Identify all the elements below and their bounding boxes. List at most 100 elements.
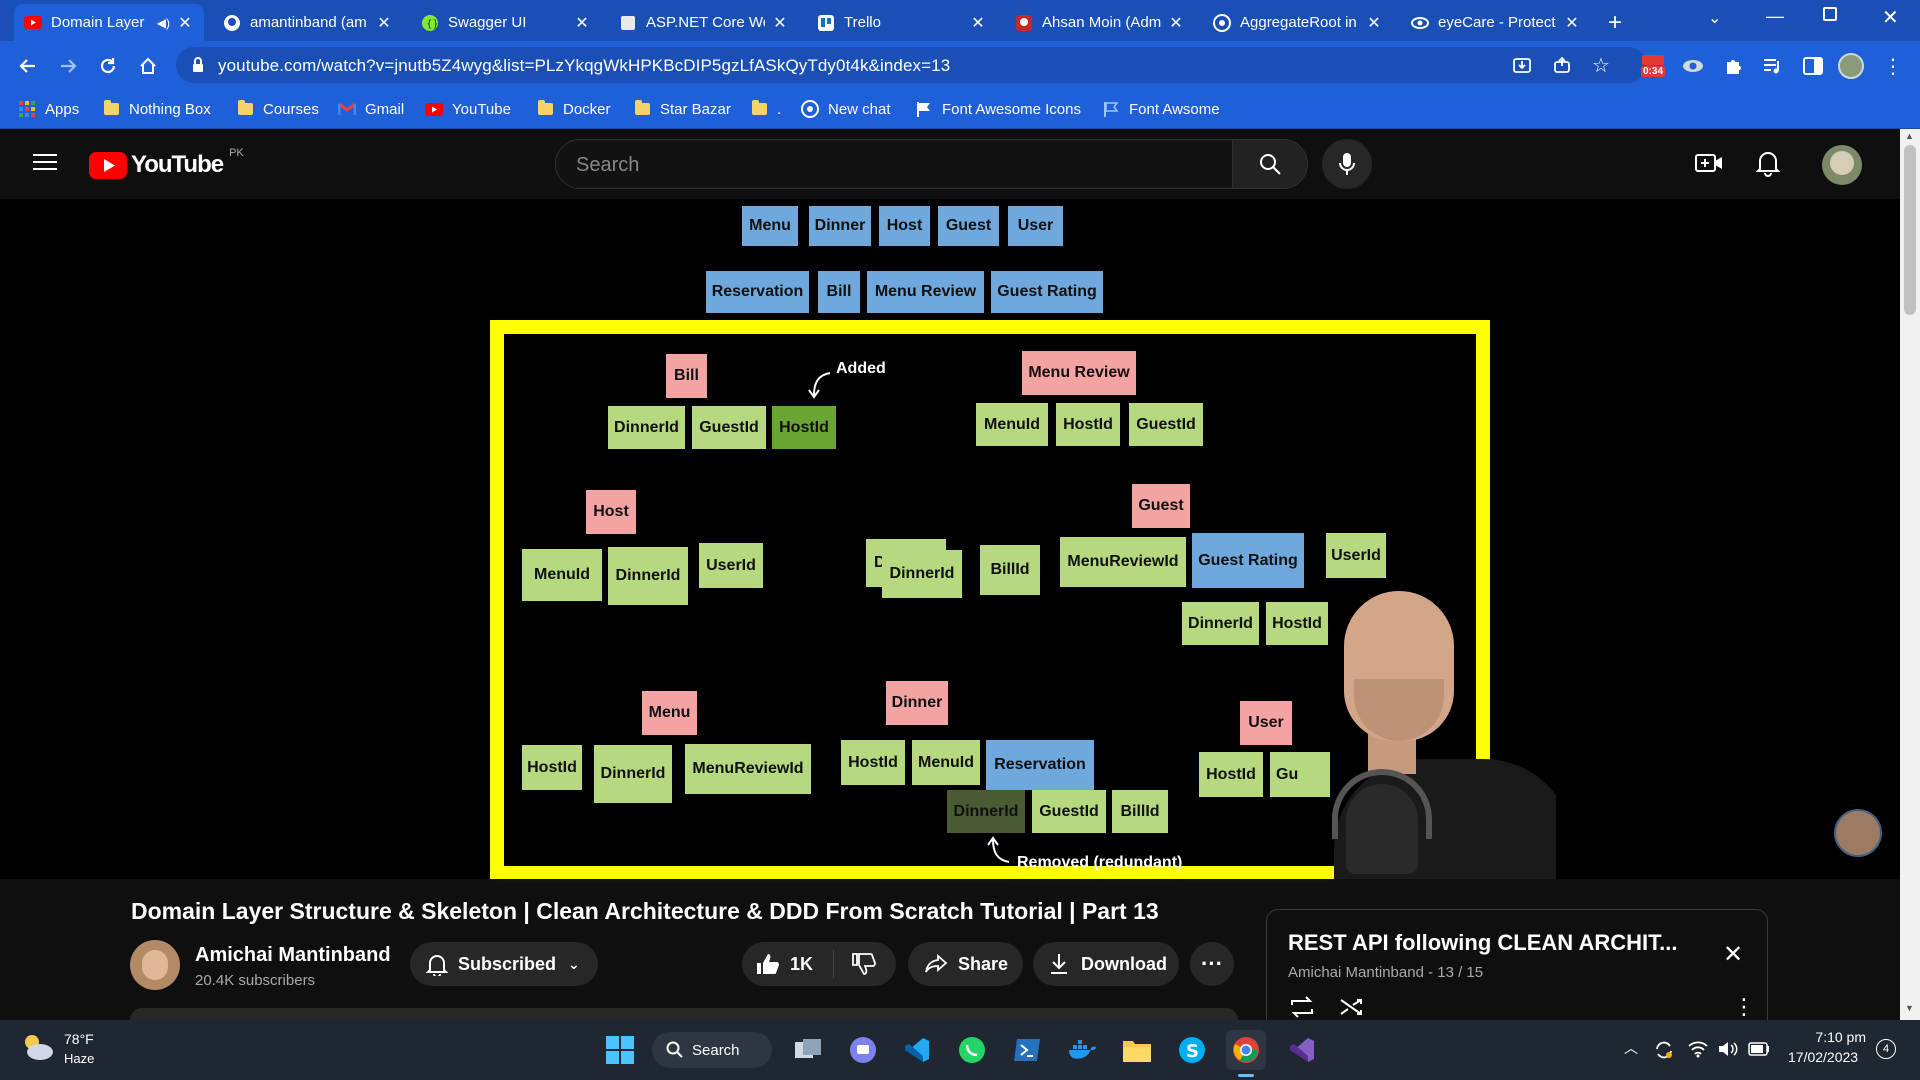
task-view-icon[interactable] (788, 1030, 828, 1070)
taskbar-search[interactable]: Search (652, 1032, 772, 1068)
back-button[interactable] (13, 51, 43, 81)
bookmark-font-awsome[interactable]: Font Awsome (1102, 97, 1220, 121)
tab-trello[interactable]: Trello ✕ (807, 4, 997, 41)
notification-badge[interactable]: 4 (1876, 1039, 1896, 1059)
restore-button[interactable] (1823, 7, 1837, 21)
install-icon[interactable] (1512, 55, 1532, 75)
address-bar[interactable]: youtube.com/watch?v=jnutb5Z4wyg&list=PLz… (176, 47, 1646, 83)
close-tab-icon[interactable]: ✕ (1167, 13, 1185, 33)
scroll-down-arrow-icon[interactable]: ▼ (1905, 1003, 1914, 1013)
playlist-title[interactable]: REST API following CLEAN ARCHIT... (1288, 930, 1677, 956)
bookmark-nothing-box[interactable]: Nothing Box (102, 97, 211, 121)
speaker-icon[interactable]: ◀) (157, 16, 170, 30)
battery-icon[interactable] (1748, 1042, 1770, 1056)
account-avatar[interactable] (1822, 145, 1862, 185)
channel-watermark-avatar[interactable] (1834, 809, 1882, 857)
tab-aspnet[interactable]: ASP.NET Core We ✕ (609, 4, 799, 41)
start-button[interactable] (600, 1030, 640, 1070)
close-tab-icon[interactable]: ✕ (1365, 13, 1383, 33)
close-tab-icon[interactable]: ✕ (969, 13, 987, 33)
clock-date[interactable]: 17/02/2023 (1788, 1049, 1858, 1065)
hamburger-menu-icon[interactable] (33, 153, 57, 171)
visual-studio-icon[interactable] (1282, 1030, 1322, 1070)
create-video-icon[interactable] (1695, 151, 1723, 175)
new-tab-button[interactable]: + (1597, 4, 1633, 41)
volume-icon[interactable] (1718, 1040, 1740, 1058)
close-window-button[interactable]: ✕ (1882, 5, 1899, 30)
url-text[interactable]: youtube.com/watch?v=jnutb5Z4wyg&list=PLz… (218, 56, 950, 76)
docker-icon[interactable] (1062, 1030, 1102, 1070)
bookmark-font-awesome-icons[interactable]: Font Awesome Icons (915, 97, 1081, 121)
close-tab-icon[interactable]: ✕ (1563, 13, 1581, 33)
tab-domain-layer[interactable]: Domain Layer ◀) ✕ (14, 4, 204, 41)
video-frame[interactable]: Menu Dinner Host Guest User Reservation … (344, 199, 1556, 879)
weather-icon[interactable] (20, 1032, 54, 1062)
browser-menu-icon[interactable]: ⋮ (1880, 53, 1906, 79)
more-actions-button[interactable]: ··· (1190, 942, 1234, 986)
side-panel-icon[interactable] (1800, 53, 1826, 79)
whatsapp-icon[interactable] (952, 1030, 992, 1070)
loop-icon[interactable] (1289, 996, 1315, 1018)
close-tab-icon[interactable]: ✕ (573, 13, 591, 33)
bookmark-docker[interactable]: Docker (536, 97, 611, 121)
shuffle-icon[interactable] (1339, 996, 1365, 1018)
tab-ahsan-moin[interactable]: Ahsan Moin (Adm ✕ (1005, 4, 1195, 41)
voice-search-button[interactable] (1322, 139, 1372, 189)
tab-swagger[interactable]: {} Swagger UI ✕ (411, 4, 601, 41)
tab-eyecare[interactable]: eyeCare - Protect ✕ (1401, 4, 1591, 41)
vscode-icon[interactable] (897, 1030, 937, 1070)
close-tab-icon[interactable]: ✕ (176, 13, 194, 33)
playlist-more-icon[interactable]: ⋮ (1733, 994, 1755, 1020)
bookmark-star-bazar[interactable]: Star Bazar (633, 97, 731, 121)
dislike-button[interactable] (834, 953, 894, 975)
bookmark-gmail[interactable]: Gmail (338, 97, 404, 121)
share-button[interactable]: Share (908, 942, 1023, 986)
profile-avatar[interactable] (1838, 53, 1864, 79)
scrollbar-thumb[interactable] (1904, 145, 1916, 315)
bookmark-apps[interactable]: Apps (18, 97, 79, 121)
teams-chat-icon[interactable] (843, 1030, 883, 1070)
youtube-logo[interactable]: YouTube PK (89, 147, 244, 179)
bookmark-new-chat[interactable]: New chat (801, 97, 891, 121)
sync-icon[interactable] (1654, 1040, 1674, 1060)
download-button[interactable]: Download (1033, 942, 1179, 986)
reload-button[interactable] (93, 51, 123, 81)
tab-aggregate-root[interactable]: AggregateRoot in ✕ (1203, 4, 1393, 41)
timer-extension-icon[interactable]: 0:34 (1638, 53, 1668, 79)
like-button[interactable]: 1K (742, 950, 834, 978)
wifi-icon[interactable] (1688, 1040, 1708, 1058)
clock-time[interactable]: 7:10 pm (1812, 1029, 1866, 1045)
channel-avatar[interactable] (130, 940, 180, 990)
notifications-bell-icon[interactable] (1756, 149, 1780, 177)
bookmark-youtube[interactable]: YouTube (425, 97, 511, 121)
tab-github[interactable]: amantinband (am ✕ (213, 4, 403, 41)
extensions-puzzle-icon[interactable] (1720, 53, 1746, 79)
skype-icon[interactable]: S (1172, 1030, 1212, 1070)
share-page-icon[interactable] (1552, 55, 1572, 75)
subscribed-button[interactable]: Subscribed ⌄ (410, 942, 598, 986)
tray-overflow-chevron-icon[interactable]: ︿ (1624, 1038, 1638, 1058)
scroll-up-arrow-icon[interactable]: ▲ (1905, 131, 1914, 141)
search-input[interactable]: Search (555, 139, 1233, 189)
file-explorer-icon[interactable] (1117, 1030, 1157, 1070)
lock-icon[interactable] (192, 57, 204, 73)
eye-extension-icon[interactable] (1680, 53, 1706, 79)
chrome-icon[interactable] (1226, 1030, 1266, 1070)
bookmark-dot[interactable]: . (750, 97, 781, 121)
bookmark-courses[interactable]: Courses (236, 97, 319, 121)
channel-name[interactable]: Amichai Mantinband (195, 944, 391, 967)
description-box-top[interactable] (130, 1008, 1238, 1020)
close-playlist-icon[interactable]: ✕ (1723, 940, 1743, 969)
bookmark-star-icon[interactable]: ☆ (1592, 53, 1610, 78)
powershell-icon[interactable] (1007, 1030, 1047, 1070)
close-tab-icon[interactable]: ✕ (771, 13, 789, 33)
forward-button[interactable] (53, 51, 83, 81)
search-button[interactable] (1232, 139, 1308, 189)
page-scrollbar[interactable]: ▲ ▼ (1900, 129, 1920, 1020)
weather-temp[interactable]: 78°F (64, 1031, 94, 1047)
media-control-icon[interactable] (1760, 53, 1786, 79)
tab-search-chevron-icon[interactable]: ⌄ (1708, 8, 1721, 28)
home-button[interactable] (133, 51, 163, 81)
video-player[interactable]: Menu Dinner Host Guest User Reservation … (0, 199, 1900, 879)
minimize-button[interactable]: — (1766, 6, 1784, 27)
